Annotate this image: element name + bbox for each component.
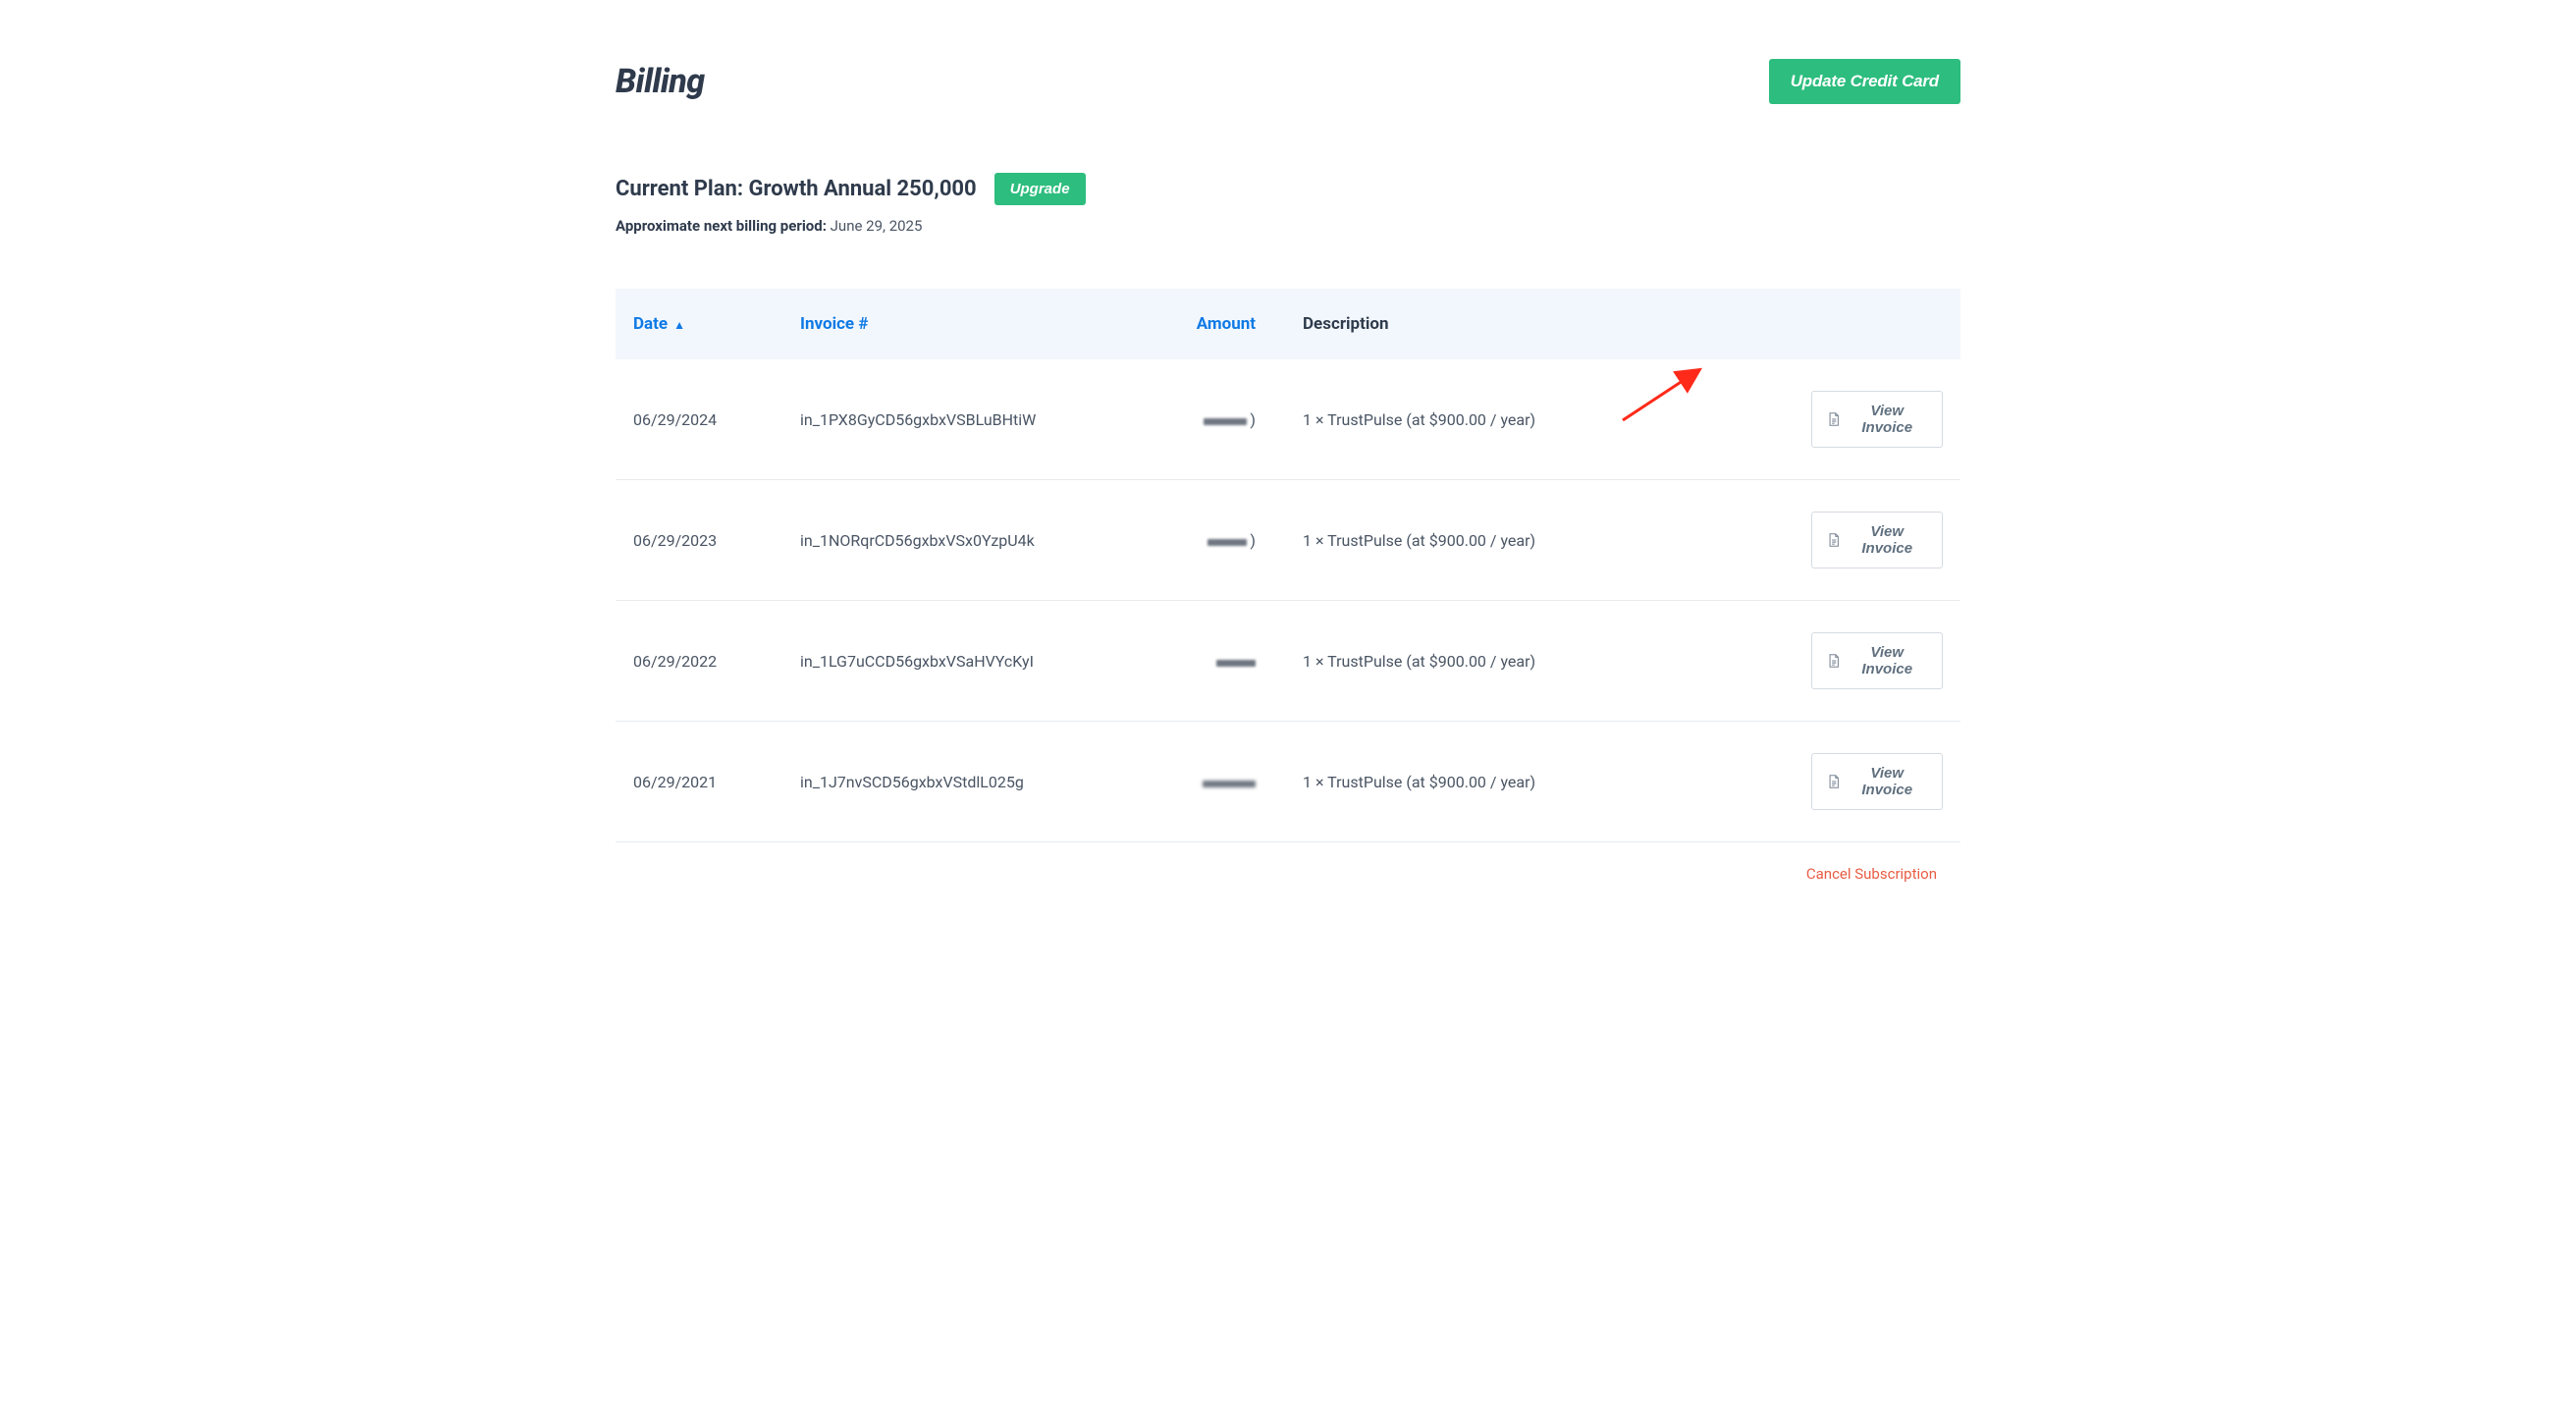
annotation-arrow-icon (1617, 363, 1710, 427)
cell-amount: ) (1165, 480, 1273, 601)
invoice-table: Date▲ Invoice # Amount Description 06/29… (616, 289, 1960, 842)
cell-invoice-id: in_1J7nvSCD56gxbxVStdlL025g (782, 722, 1165, 842)
current-plan-label: Current Plan: Growth Annual 250,000 (616, 177, 977, 201)
next-billing-label: Approximate next billing period: (616, 217, 831, 235)
next-billing-period: Approximate next billing period: June 29… (616, 217, 1960, 235)
cancel-subscription-link[interactable]: Cancel Subscription (1806, 865, 1937, 883)
table-row: 06/29/2023 in_1NORqrCD56gxbxVSx0YzpU4k )… (616, 480, 1960, 601)
cell-invoice-id: in_1PX8GyCD56gxbxVSBLuBHtiW (782, 359, 1165, 480)
cell-amount (1165, 722, 1273, 842)
table-row: 06/29/2021 in_1J7nvSCD56gxbxVStdlL025g 1… (616, 722, 1960, 842)
page-title: Billing (616, 62, 705, 101)
upgrade-button[interactable]: Upgrade (994, 173, 1086, 205)
table-row: 06/29/2022 in_1LG7uCCD56gxbxVSaHVYcKyI 1… (616, 601, 1960, 722)
column-header-amount[interactable]: Amount (1165, 289, 1273, 359)
cell-amount (1165, 601, 1273, 722)
column-header-date[interactable]: Date▲ (616, 289, 782, 359)
cell-date: 06/29/2023 (616, 480, 782, 601)
cell-amount: ) (1165, 359, 1273, 480)
cell-invoice-id: in_1LG7uCCD56gxbxVSaHVYcKyI (782, 601, 1165, 722)
cell-description: 1 × TrustPulse (at $900.00 / year) (1273, 722, 1794, 842)
view-invoice-button[interactable]: View Invoice (1811, 753, 1943, 810)
column-header-invoice[interactable]: Invoice # (782, 289, 1165, 359)
view-invoice-button[interactable]: View Invoice (1811, 632, 1943, 689)
column-header-description: Description (1273, 289, 1794, 359)
cell-date: 06/29/2022 (616, 601, 782, 722)
cell-description: 1 × TrustPulse (at $900.00 / year) (1273, 480, 1794, 601)
cell-description: 1 × TrustPulse (at $900.00 / year) (1273, 359, 1794, 480)
cell-date: 06/29/2024 (616, 359, 782, 480)
next-billing-date: June 29, 2025 (831, 217, 923, 235)
file-icon (1828, 532, 1840, 548)
cell-invoice-id: in_1NORqrCD56gxbxVSx0YzpU4k (782, 480, 1165, 601)
file-icon (1828, 774, 1840, 789)
sort-asc-icon: ▲ (673, 318, 685, 332)
view-invoice-button[interactable]: View Invoice (1811, 512, 1943, 568)
file-icon (1828, 653, 1840, 669)
file-icon (1828, 411, 1840, 427)
table-row: 06/29/2024 in_1PX8GyCD56gxbxVSBLuBHtiW )… (616, 359, 1960, 480)
update-credit-card-button[interactable]: Update Credit Card (1769, 59, 1960, 104)
view-invoice-button[interactable]: View Invoice (1811, 391, 1943, 448)
cell-date: 06/29/2021 (616, 722, 782, 842)
cell-description: 1 × TrustPulse (at $900.00 / year) (1273, 601, 1794, 722)
